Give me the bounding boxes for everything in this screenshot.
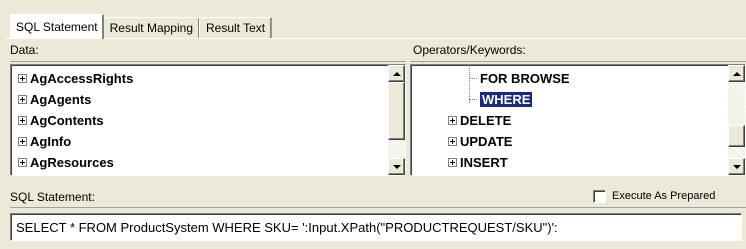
execute-as-prepared-checkbox[interactable] [593,190,606,203]
scroll-down-button[interactable] [388,158,405,175]
tree-item-label: AgResources [30,154,114,170]
tree-item-delete[interactable]: DELETE [448,110,511,130]
expand-icon[interactable] [448,115,457,125]
tab-panel-border [5,38,746,39]
data-scrollbar[interactable] [388,65,405,175]
tree-item-label: FOR BROWSE [480,70,570,86]
operators-tree[interactable]: FOR BROWSE WHERE DELETE UPDATE INSERT [410,64,746,176]
expand-icon[interactable] [18,94,27,104]
operators-label: Operators/Keywords: [413,43,526,57]
expand-icon[interactable] [18,136,27,146]
arrow-up-icon [392,71,401,76]
tree-item-label: AgAgents [30,91,92,107]
tree-connector-icon [469,77,477,79]
tree-item-for-browse[interactable]: FOR BROWSE [469,68,570,88]
tree-item-label: AgContents [30,112,104,128]
tree-item-label: UPDATE [460,133,513,149]
arrow-up-icon [732,71,741,76]
tree-item-agaccessrights[interactable]: AgAccessRights [18,68,133,88]
data-tree[interactable]: AgAccessRights AgAgents AgContents AgInf… [10,64,406,176]
statement-divider [10,207,746,208]
expand-icon[interactable] [18,115,27,125]
tree-item-aginfo[interactable]: AgInfo [18,131,71,151]
scroll-down-button[interactable] [728,158,745,175]
tab-result-mapping[interactable]: Result Mapping [102,17,200,39]
tab-sql-statement[interactable]: SQL Statement [10,14,104,39]
tree-item-where[interactable]: WHERE [469,89,533,109]
scroll-thumb[interactable] [728,125,745,147]
tree-item-label: AgInfo [30,133,72,149]
data-tree-list: AgAccessRights AgAgents AgContents AgInf… [11,65,388,175]
operators-tree-list: FOR BROWSE WHERE DELETE UPDATE INSERT [411,65,728,175]
tree-item-label: DELETE [460,112,512,128]
arrow-down-icon [732,164,741,169]
tree-item-label-selected: WHERE [480,91,533,107]
operators-divider [410,61,746,62]
expand-icon[interactable] [18,157,27,167]
execute-as-prepared-label: Execute As Prepared [612,190,716,202]
sql-statement-label: SQL Statement: [10,190,95,204]
tree-item-update[interactable]: UPDATE [448,131,512,151]
sql-statement-input[interactable]: SELECT * FROM ProductSystem WHERE SKU= '… [10,213,742,241]
scroll-up-button[interactable] [728,65,745,82]
operators-scrollbar[interactable] [728,65,745,175]
scroll-thumb[interactable] [388,82,405,140]
tree-item-agagents[interactable]: AgAgents [18,89,91,109]
expand-icon[interactable] [448,136,457,146]
expand-icon[interactable] [448,157,457,167]
tree-item-label: INSERT [460,154,508,170]
expand-icon[interactable] [18,73,27,83]
tab-strip: SQL Statement Result Mapping Result Text [10,14,273,39]
tab-result-text[interactable]: Result Text [199,17,273,39]
tree-item-agresources[interactable]: AgResources [18,152,114,172]
arrow-down-icon [392,164,401,169]
tree-item-insert[interactable]: INSERT [448,152,508,172]
tree-item-label: AgAccessRights [30,70,134,86]
tree-item-agcontents[interactable]: AgContents [18,110,104,130]
tree-connector-icon [469,98,477,100]
scroll-up-button[interactable] [388,65,405,82]
data-label: Data: [10,43,39,57]
data-divider [10,61,406,62]
